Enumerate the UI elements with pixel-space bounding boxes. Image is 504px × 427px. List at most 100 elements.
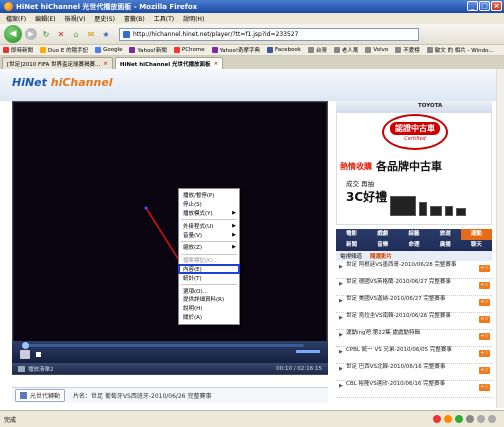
ad-gift-text: 3C好禮 — [346, 190, 388, 204]
tab-chat[interactable]: 聊天 — [461, 240, 492, 251]
add-favorite-button[interactable]: +☆ — [479, 316, 490, 323]
close-tab-icon[interactable]: × — [103, 61, 108, 67]
navigation-toolbar: ◀ ▶ ↻ ✕ ⌂ ✉ ★ http://hichannel.hinet.net… — [0, 24, 504, 45]
tab-fortune[interactable]: 命理 — [398, 240, 429, 251]
add-favorite-button[interactable]: +☆ — [479, 367, 490, 374]
playlist-icon — [18, 365, 25, 372]
menu-item-plugins[interactable]: 外掛程式(U) ▶ — [179, 221, 239, 230]
menu-item-statistics[interactable]: 統計(T) — [179, 273, 239, 282]
maximize-button[interactable]: □ — [479, 1, 490, 11]
tab-news[interactable]: 新聞 — [336, 240, 367, 251]
bookmark-item[interactable]: 不愛榜 — [395, 46, 420, 54]
subtab-on-demand[interactable]: 隨選影片 — [370, 252, 392, 260]
ad-brand: TOYOTA — [418, 103, 443, 109]
bookmark-item[interactable]: 敏文 的 相片 - Windo... — [426, 46, 494, 54]
channel-button[interactable]: 光世代轉動 — [15, 389, 66, 402]
ad-product-image — [390, 180, 490, 216]
bullet-icon: ▶ — [339, 332, 343, 338]
menu-history[interactable]: 歷史(S) — [94, 14, 115, 23]
bookmark-item[interactable]: Yahoo!新聞 — [129, 46, 167, 54]
addon-icon[interactable] — [466, 415, 474, 423]
menu-tools[interactable]: 工具(T) — [154, 14, 174, 23]
play-button[interactable] — [20, 350, 30, 359]
bookmark-item[interactable]: Google — [95, 47, 122, 53]
close-button[interactable]: × — [491, 1, 502, 11]
menu-item-properties[interactable]: 內容(E) — [178, 263, 240, 275]
add-favorite-button[interactable]: +☆ — [479, 282, 490, 289]
menu-item-play-pause[interactable]: 播放/暫停(P) — [179, 191, 239, 200]
bookmark-item[interactable]: 即時新聞 — [3, 46, 33, 54]
bookmark-favicon — [365, 47, 372, 53]
bookmark-item[interactable]: Facebook — [267, 47, 301, 53]
mail-icon[interactable]: ✉ — [85, 28, 97, 40]
bookmark-item[interactable]: Volvo — [365, 47, 388, 53]
menu-bookmarks[interactable]: 書籤(B) — [124, 14, 145, 23]
forward-button[interactable]: ▶ — [25, 28, 37, 40]
menu-item-volume[interactable]: 音量(V) ▶ — [179, 230, 239, 239]
addon-icon[interactable] — [444, 415, 452, 423]
tab-variety[interactable]: 綜藝 — [398, 229, 429, 240]
close-tab-icon[interactable]: × — [214, 61, 219, 67]
addon-icon[interactable] — [433, 415, 441, 423]
menu-item-help[interactable]: 說明(H) — [179, 304, 239, 313]
status-text: 完成 — [4, 416, 17, 424]
list-item[interactable]: ▶ 世足 美國VS迦納-2010/06/27 完整賽事 +☆ — [336, 296, 492, 313]
menu-item-options[interactable]: 選項(O)... — [179, 286, 239, 295]
menu-help[interactable]: 說明(H) — [183, 14, 204, 23]
addon-icon[interactable] — [477, 415, 485, 423]
tab-hichannel[interactable]: HiNet hiChannel 光世代播放面板 × — [114, 57, 224, 69]
minimize-button[interactable]: _ — [467, 1, 478, 11]
seek-handle[interactable] — [22, 342, 29, 349]
list-item[interactable]: ▶ 世足 烏拉圭VS南韓-2010/06/26 完整賽事 +☆ — [336, 313, 492, 330]
tab-radio[interactable]: 廣播 — [430, 240, 461, 251]
tab-drama[interactable]: 戲劇 — [367, 229, 398, 240]
back-button[interactable]: ◀ — [4, 25, 22, 43]
subtab-tv-channels[interactable]: 電視頻道 — [340, 252, 362, 260]
menu-item-about[interactable]: 關於(A) — [179, 313, 239, 322]
bullet-icon: ▶ — [339, 264, 343, 270]
tab-movie[interactable]: 電影 — [336, 229, 367, 240]
volume-slider[interactable] — [296, 350, 320, 353]
seek-bar[interactable] — [22, 342, 304, 349]
bookmark-item[interactable]: Duo E 的隨手記 — [40, 46, 88, 54]
stop-button[interactable] — [36, 352, 41, 357]
addon-icon[interactable] — [455, 415, 463, 423]
list-item[interactable]: ▶ 世足 阿根廷VS墨西哥-2010/06/28 完整賽事 +☆ — [336, 262, 492, 279]
submenu-arrow-icon: ▶ — [232, 209, 236, 216]
channel-icon — [20, 392, 27, 399]
bookmark-icon[interactable]: ★ — [100, 28, 112, 40]
list-item[interactable]: ▶ 世足 德國VS英格蘭-2010/06/27 完整賽事 +☆ — [336, 279, 492, 296]
add-favorite-button[interactable]: +☆ — [479, 299, 490, 306]
add-favorite-button[interactable]: +☆ — [479, 333, 490, 340]
page-scrollbar[interactable] — [496, 69, 504, 408]
add-favorite-button[interactable]: +☆ — [479, 384, 490, 391]
list-item[interactable]: ▶ CPBL 統一 VS 兄弟-2010/06/05 完整賽事 +☆ — [336, 347, 492, 364]
tab-fifa[interactable]: [世足]2010 FIFA 世界盃足球賽揭賽... × — [2, 57, 113, 69]
tab-travel[interactable]: 旅遊 — [430, 229, 461, 240]
bookmark-item[interactable]: 老人黨 — [333, 46, 358, 54]
bookmark-item[interactable]: Yahoo!奇摩字典 — [211, 46, 260, 54]
bookmark-item[interactable]: 台灣 — [307, 46, 327, 54]
address-bar[interactable]: http://hichannel.hinet.net/player/?tt=f1… — [119, 27, 419, 41]
menu-item-details[interactable]: 提供詳細資料(R) — [179, 295, 239, 304]
menu-item-stop[interactable]: 停止(S) — [179, 200, 239, 209]
tab-sports[interactable]: 運動 — [460, 229, 493, 240]
stop-icon[interactable]: ✕ — [55, 28, 67, 40]
home-icon[interactable]: ⌂ — [70, 28, 82, 40]
menu-view[interactable]: 檢視(V) — [65, 14, 86, 23]
list-item[interactable]: ▶ 世足 巴西VS北韓-2010/06/16 完整賽事 +☆ — [336, 364, 492, 381]
reload-icon[interactable]: ↻ — [40, 28, 52, 40]
menu-file[interactable]: 檔案(F) — [6, 14, 26, 23]
playlist-label: 播放清單2 — [28, 366, 54, 373]
menu-item-zoom[interactable]: 縮放(Z) ▶ — [179, 243, 239, 252]
list-item[interactable]: ▶ 運動ing吧.第22集 處處動特輯 +☆ — [336, 330, 492, 347]
add-favorite-button[interactable]: +☆ — [479, 350, 490, 357]
menu-item-play-mode[interactable]: 播放模式(Y) ▶ — [179, 209, 239, 218]
list-item[interactable]: ▶ CBL 裕隆VS達欣-2010/06/16 完整賽事 +☆ — [336, 381, 492, 398]
hinet-logo[interactable]: HiNet hiChannel — [12, 76, 113, 89]
addon-icon[interactable] — [488, 415, 496, 423]
tab-music[interactable]: 音樂 — [367, 240, 398, 251]
bookmark-item[interactable]: PChome — [173, 47, 205, 53]
menu-edit[interactable]: 編輯(E) — [35, 14, 55, 23]
add-favorite-button[interactable]: +☆ — [479, 265, 490, 272]
